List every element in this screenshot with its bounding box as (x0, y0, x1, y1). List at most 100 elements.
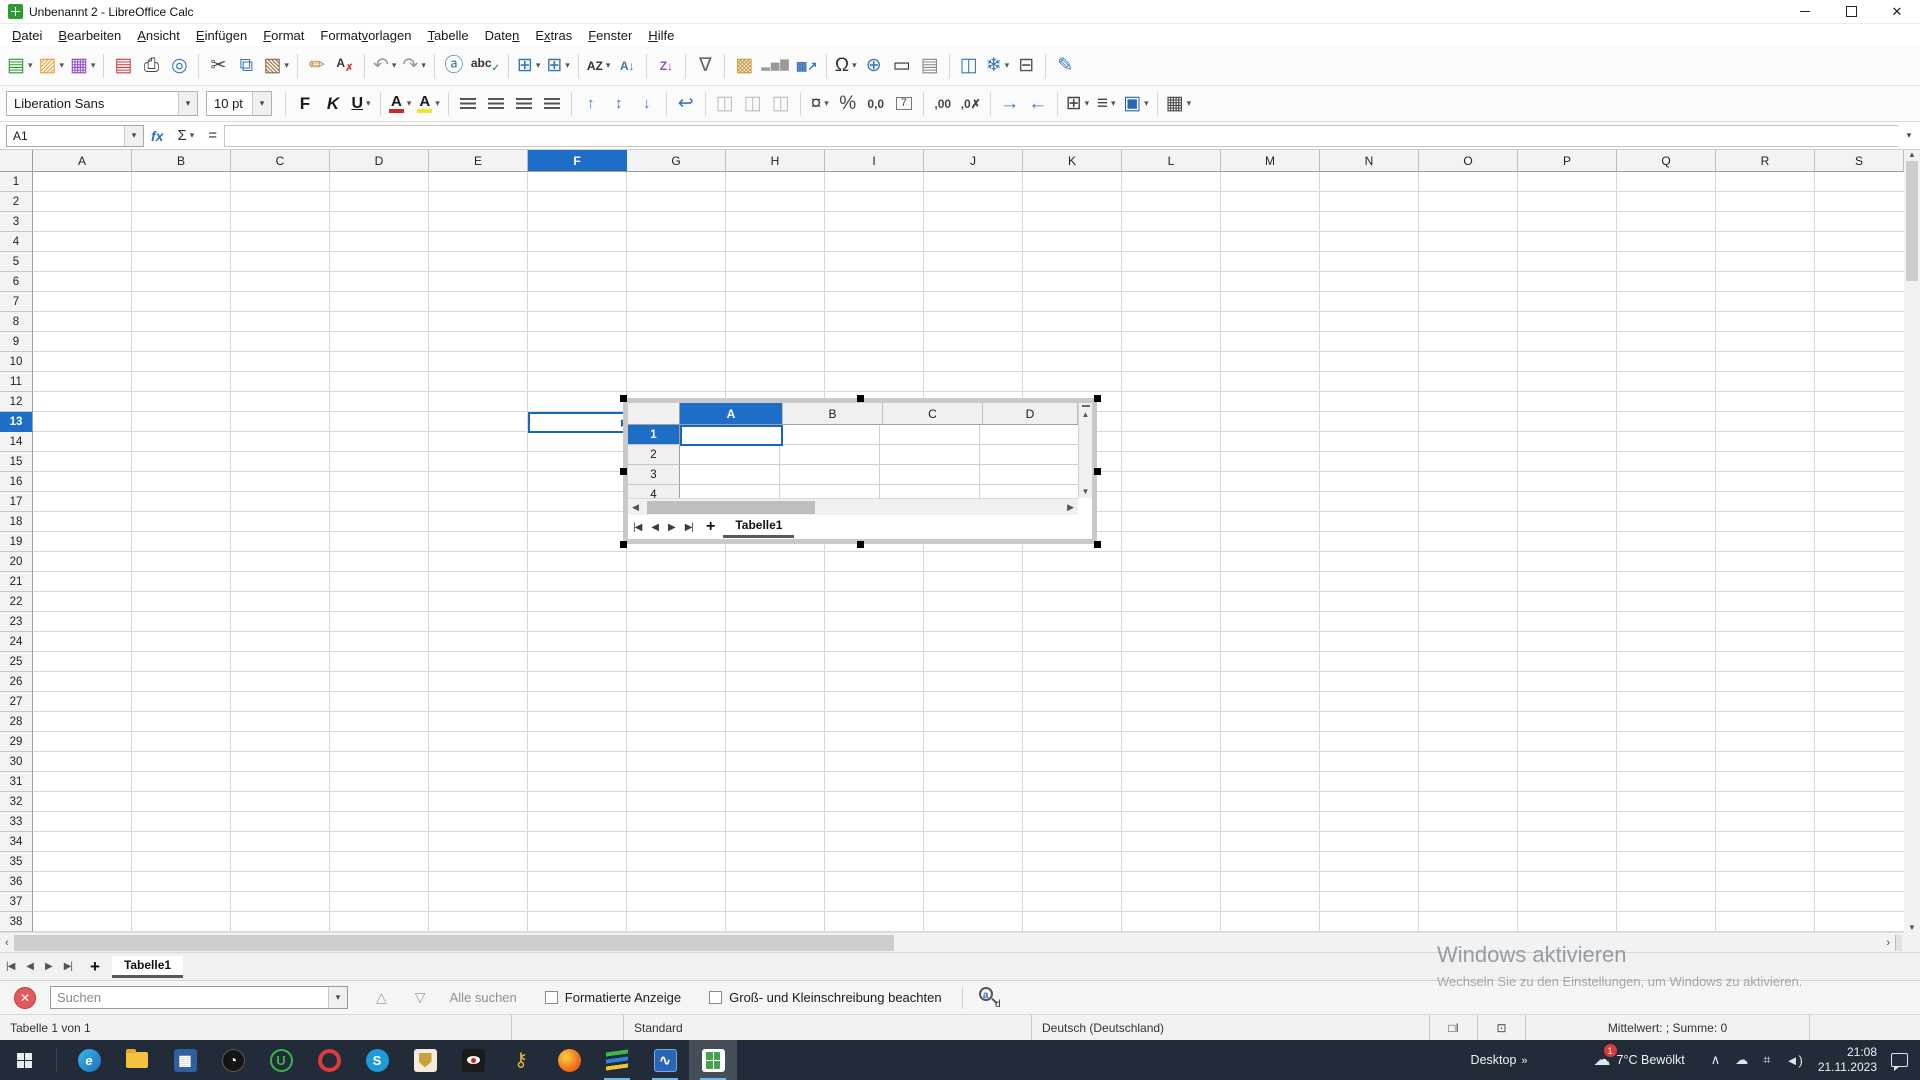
chevron-down-icon[interactable]: ▾ (435, 98, 440, 109)
format-date-button[interactable]: 7 (890, 89, 918, 119)
row-header-20[interactable]: 20 (0, 552, 33, 572)
taskbar-app-skype[interactable]: S (353, 1040, 401, 1080)
find-all-button[interactable]: Alle suchen (450, 990, 517, 1005)
unmerge-cells-button[interactable]: ◫ (767, 89, 795, 119)
row-header-34[interactable]: 34 (0, 832, 33, 852)
redo-button[interactable]: ↷▾ (399, 51, 428, 81)
align-left-button[interactable] (454, 89, 482, 119)
row-header-16[interactable]: 16 (0, 472, 33, 492)
taskbar-app-iobit[interactable]: U (257, 1040, 305, 1080)
borders-button[interactable]: ⊞▾ (1063, 89, 1092, 119)
volume-icon[interactable]: ◄) (1786, 1053, 1803, 1068)
embedded-vertical-scrollbar[interactable]: ▲ ▼ (1078, 403, 1092, 498)
chevron-down-icon[interactable]: ▾ (178, 92, 197, 115)
format-currency-button[interactable]: ¤▾ (806, 89, 834, 119)
menu-ansicht[interactable]: Ansicht (129, 26, 188, 45)
column-header-G[interactable]: G (627, 150, 726, 172)
wrap-text-button[interactable]: ↩ (672, 89, 700, 119)
embedded-row-header-2[interactable]: 2 (628, 445, 680, 465)
row-header-32[interactable]: 32 (0, 792, 33, 812)
spelling-button[interactable]: abc (468, 51, 503, 81)
embedded-select-all-corner[interactable] (628, 403, 680, 425)
column-header-O[interactable]: O (1419, 150, 1518, 172)
row-header-7[interactable]: 7 (0, 292, 33, 312)
active-cell-F13[interactable] (528, 412, 628, 433)
resize-handle[interactable] (620, 541, 627, 548)
chevron-down-icon[interactable]: ▾ (91, 60, 96, 71)
row-header-1[interactable]: 1 (0, 172, 33, 192)
add-sheet-button[interactable]: + (90, 957, 100, 977)
align-top-button[interactable]: ↑ (577, 89, 605, 119)
delete-decimal-place-button[interactable]: ,0✗ (957, 89, 985, 119)
autofilter-button[interactable]: ∇ (691, 51, 719, 81)
taskbar-app-firefox[interactable] (545, 1040, 593, 1080)
first-sheet-button[interactable]: |◀ (6, 961, 14, 972)
freeze-rows-columns-button[interactable]: ◫ (955, 51, 983, 81)
sum-button[interactable]: Σ▾ (177, 127, 194, 144)
font-size-combo[interactable]: 10 pt ▾ (206, 91, 272, 116)
insert-image-button[interactable]: ▩ (730, 51, 758, 81)
increase-indent-button[interactable]: → (996, 89, 1024, 119)
previous-sheet-button[interactable]: ◀ (651, 522, 658, 533)
export-pdf-button[interactable]: ▤ (109, 51, 137, 81)
minimize-button[interactable] (1782, 0, 1828, 24)
column-header-J[interactable]: J (924, 150, 1023, 172)
network-icon[interactable]: ⌗ (1763, 1052, 1770, 1068)
print-preview-button[interactable]: ◎ (165, 51, 193, 81)
conditional-formatting-button[interactable]: ▦▾ (1163, 89, 1194, 119)
clear-formatting-button[interactable]: A (331, 51, 359, 81)
page-style[interactable]: Standard (624, 1015, 1032, 1040)
row-header-23[interactable]: 23 (0, 612, 33, 632)
resize-handle[interactable] (620, 395, 627, 402)
taskbar-app-monitor[interactable]: ∿ (641, 1040, 689, 1080)
horizontal-scrollbar[interactable]: ‹ › (0, 932, 1904, 952)
taskbar-app-keys[interactable]: ⚷ (497, 1040, 545, 1080)
scroll-left-icon[interactable]: ‹ (0, 937, 14, 949)
embedded-column-header-A[interactable]: A (680, 403, 783, 425)
find-next-icon[interactable]: ▽ (415, 989, 426, 1006)
justify-button[interactable] (538, 89, 566, 119)
align-center-button[interactable] (482, 89, 510, 119)
menu-format[interactable]: Format (255, 26, 312, 45)
resize-handle[interactable] (857, 395, 864, 402)
insert-column-button[interactable]: ⊞▾ (543, 51, 572, 81)
highlight-color-button[interactable]: A▾ (414, 89, 442, 119)
row-header-30[interactable]: 30 (0, 752, 33, 772)
menu-fenster[interactable]: Fenster (580, 26, 640, 45)
menu-datei[interactable]: Datei (4, 26, 50, 45)
row-header-38[interactable]: 38 (0, 912, 33, 932)
weather-widget[interactable]: ☁ 1 7°C Bewölkt (1594, 1050, 1685, 1070)
sheet-tab-tabelle1[interactable]: Tabelle1 (112, 956, 183, 978)
row-header-25[interactable]: 25 (0, 652, 33, 672)
menu-formatvorlagen[interactable]: Formatvorlagen (312, 26, 419, 45)
row-header-3[interactable]: 3 (0, 212, 33, 232)
chevron-down-icon[interactable]: ▾ (565, 60, 570, 71)
chevron-down-icon[interactable]: ▾ (28, 60, 33, 71)
scroll-up-icon[interactable]: ▲ (1908, 150, 1916, 159)
embedded-row-header-3[interactable]: 3 (628, 465, 680, 485)
row-header-18[interactable]: 18 (0, 512, 33, 532)
desktop-toolbar[interactable]: Desktop » (1471, 1053, 1528, 1067)
column-header-E[interactable]: E (429, 150, 528, 172)
column-header-I[interactable]: I (825, 150, 924, 172)
column-header-F[interactable]: F (528, 150, 627, 172)
row-header-9[interactable]: 9 (0, 332, 33, 352)
row-header-5[interactable]: 5 (0, 252, 33, 272)
onedrive-cloud-icon[interactable]: ☁ (1735, 1052, 1748, 1068)
last-sheet-button[interactable]: ▶| (64, 961, 72, 972)
column-header-M[interactable]: M (1221, 150, 1320, 172)
taskbar-app-obs[interactable]: ◔ (209, 1040, 257, 1080)
scroll-down-icon[interactable]: ▼ (1082, 487, 1090, 496)
column-header-K[interactable]: K (1023, 150, 1122, 172)
scroll-left-icon[interactable]: ◀ (628, 502, 643, 513)
select-all-corner[interactable] (0, 150, 33, 172)
row-header-8[interactable]: 8 (0, 312, 33, 332)
split-window-button[interactable]: ⊟ (1012, 51, 1040, 81)
chevron-down-icon[interactable]: ▾ (1111, 98, 1116, 109)
first-sheet-button[interactable]: |◀ (633, 522, 641, 533)
cell-stats[interactable]: Mittelwert: ; Summe: 0 (1526, 1015, 1810, 1040)
taskbar-app-edge[interactable]: e (65, 1040, 113, 1080)
insert-chart-button[interactable]: ▂▅▇ (758, 51, 792, 81)
row-header-6[interactable]: 6 (0, 272, 33, 292)
chevron-down-icon[interactable]: ▾ (606, 60, 611, 71)
